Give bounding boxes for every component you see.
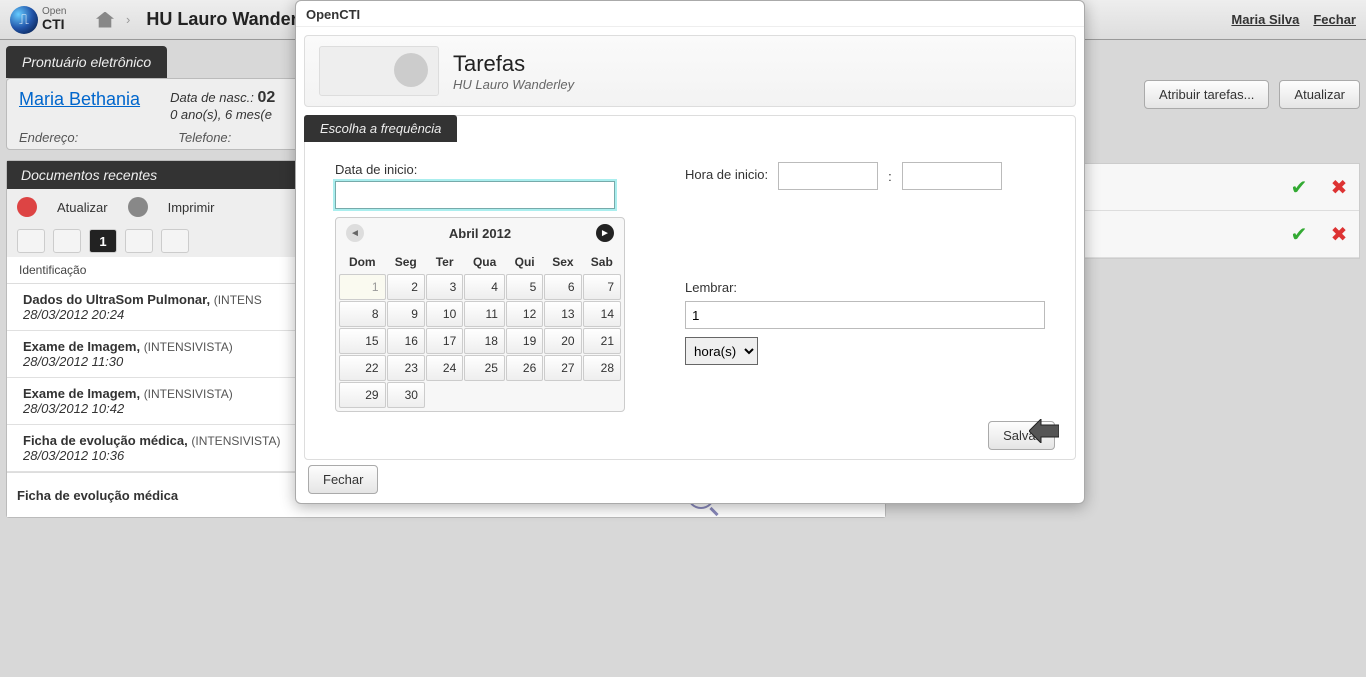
- calendar-day[interactable]: 26: [506, 355, 543, 381]
- calendar-day[interactable]: 17: [426, 328, 463, 354]
- back-arrow-icon[interactable]: [1029, 419, 1059, 443]
- calendar-day[interactable]: 9: [387, 301, 425, 327]
- calendar-day[interactable]: 10: [426, 301, 463, 327]
- calendar-day[interactable]: 19: [506, 328, 543, 354]
- calendar-day[interactable]: 5: [506, 274, 543, 300]
- calendar-day[interactable]: 8: [339, 301, 386, 327]
- calendar-month: Abril 2012: [449, 226, 511, 241]
- start-date-input[interactable]: [335, 181, 615, 209]
- calendar-day[interactable]: 2: [387, 274, 425, 300]
- calendar-dow: Qua: [464, 251, 505, 273]
- calendar-dow: Sab: [583, 251, 621, 273]
- calendar-day[interactable]: 27: [544, 355, 581, 381]
- start-minute-input[interactable]: [902, 162, 1002, 190]
- calendar-day[interactable]: 28: [583, 355, 621, 381]
- calendar-day[interactable]: 30: [387, 382, 425, 408]
- modal-app-title: OpenCTI: [296, 1, 1084, 27]
- modal-title: Tarefas: [453, 51, 574, 77]
- modal-body: Escolha a frequência Data de inicio: ◄ A…: [304, 115, 1076, 460]
- close-button[interactable]: Fechar: [308, 465, 378, 494]
- start-date-label: Data de inicio:: [335, 162, 645, 177]
- modal-backdrop: OpenCTI Tarefas HU Lauro Wanderley Escol…: [0, 0, 1366, 677]
- calendar-day[interactable]: 29: [339, 382, 386, 408]
- calendar-day[interactable]: 23: [387, 355, 425, 381]
- calendar-day[interactable]: 12: [506, 301, 543, 327]
- calendar-day[interactable]: 4: [464, 274, 505, 300]
- calendar-dow: Seg: [387, 251, 425, 273]
- time-separator: :: [888, 169, 892, 184]
- calendar-day[interactable]: 1: [339, 274, 386, 300]
- calendar-dow: Ter: [426, 251, 463, 273]
- remember-label: Lembrar:: [685, 280, 1045, 295]
- modal-header: Tarefas HU Lauro Wanderley: [304, 35, 1076, 107]
- calendar-dow: Dom: [339, 251, 386, 273]
- calendar-day[interactable]: 20: [544, 328, 581, 354]
- remember-input[interactable]: [685, 301, 1045, 329]
- calendar-day[interactable]: 3: [426, 274, 463, 300]
- remember-unit-select[interactable]: hora(s): [685, 337, 758, 365]
- modal-subtitle: HU Lauro Wanderley: [453, 77, 574, 92]
- card-icon: [319, 46, 439, 96]
- calendar-day[interactable]: 24: [426, 355, 463, 381]
- modal: OpenCTI Tarefas HU Lauro Wanderley Escol…: [295, 0, 1085, 504]
- calendar-day[interactable]: 11: [464, 301, 505, 327]
- calendar-day[interactable]: 13: [544, 301, 581, 327]
- calendar-day[interactable]: 22: [339, 355, 386, 381]
- calendar-day[interactable]: 14: [583, 301, 621, 327]
- calendar-dow: Sex: [544, 251, 581, 273]
- calendar-day[interactable]: 6: [544, 274, 581, 300]
- calendar-day[interactable]: 15: [339, 328, 386, 354]
- frequency-tab: Escolha a frequência: [304, 115, 457, 142]
- calendar-dow: Qui: [506, 251, 543, 273]
- start-hour-input[interactable]: [778, 162, 878, 190]
- calendar-day[interactable]: 25: [464, 355, 505, 381]
- start-time-label: Hora de inicio:: [685, 167, 768, 182]
- calendar-prev-icon[interactable]: ◄: [346, 224, 364, 242]
- calendar-day[interactable]: 7: [583, 274, 621, 300]
- calendar-day[interactable]: 16: [387, 328, 425, 354]
- calendar-grid: DomSegTerQuaQuiSexSab 123456789101112131…: [336, 248, 624, 411]
- calendar-day[interactable]: 21: [583, 328, 621, 354]
- calendar-next-icon[interactable]: ►: [596, 224, 614, 242]
- calendar-day[interactable]: 18: [464, 328, 505, 354]
- calendar: ◄ Abril 2012 ► DomSegTerQuaQuiSexSab 123…: [335, 217, 625, 412]
